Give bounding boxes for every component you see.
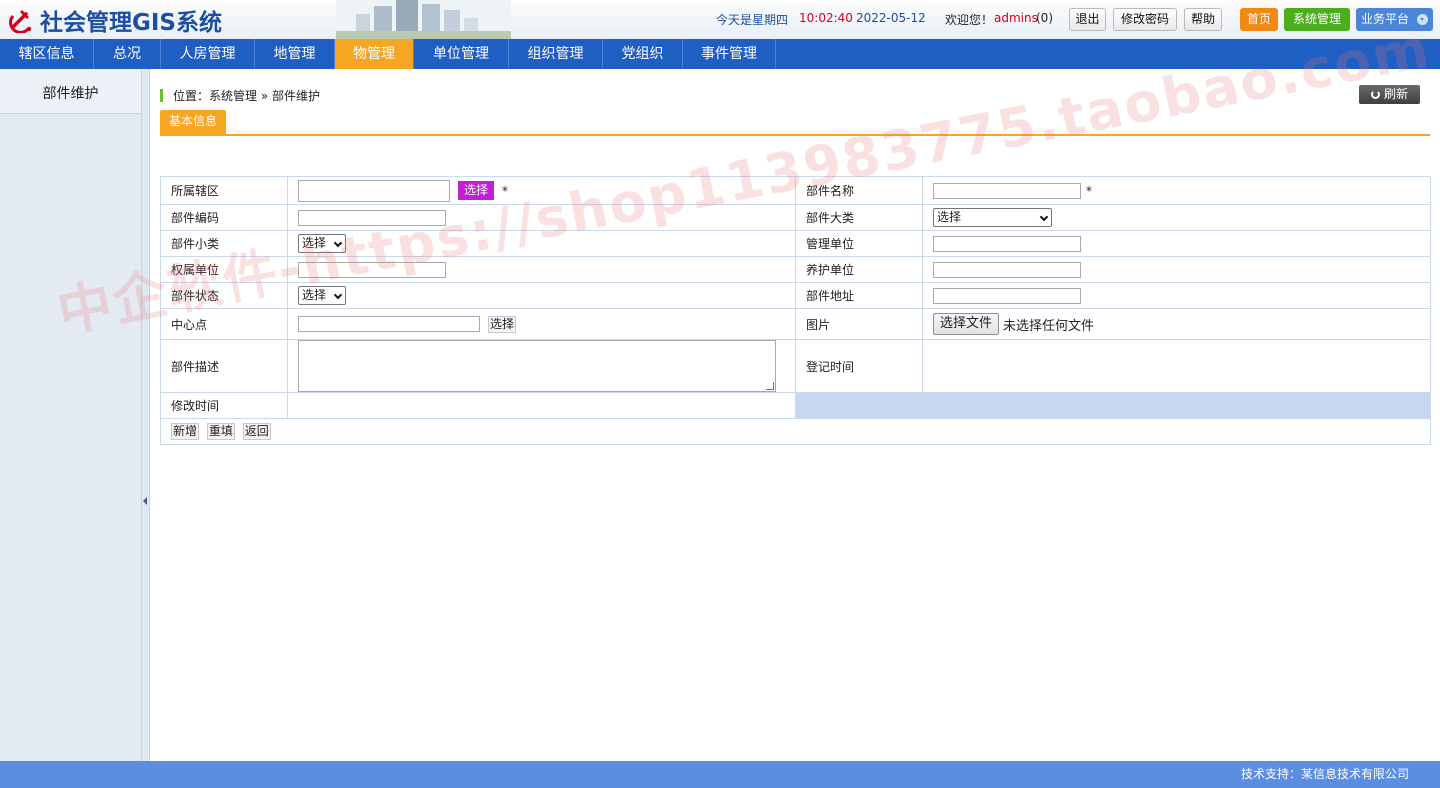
part-major-select[interactable]: 选择: [933, 208, 1052, 227]
breadcrumb: 位置：系统管理 » 部件维护: [160, 87, 320, 104]
sidebar-item-part-maintenance[interactable]: 部件维护: [0, 69, 141, 114]
refresh-button[interactable]: 刷新: [1359, 85, 1420, 104]
center-point-pick-button[interactable]: 选择: [488, 315, 517, 333]
modify-time-value: [287, 392, 796, 419]
nav-item-district[interactable]: 辖区信息: [0, 39, 94, 69]
register-time-value: [922, 339, 1431, 393]
nav-item-people-housing[interactable]: 人房管理: [161, 39, 255, 69]
back-button[interactable]: 返回: [242, 423, 271, 440]
clock-time: 10:02:40: [799, 11, 853, 25]
app-title: 社会管理GIS系统: [40, 10, 223, 36]
image-label: 图片: [795, 308, 923, 340]
username[interactable]: admins: [994, 11, 1038, 25]
business-platform-label: 业务平台: [1361, 12, 1410, 26]
part-minor-label: 部件小类: [160, 230, 288, 257]
district-label: 所属辖区: [160, 176, 288, 205]
modify-time-label: 修改时间: [160, 392, 288, 419]
nav-item-events[interactable]: 事件管理: [683, 39, 776, 69]
required-mark: *: [1086, 183, 1092, 198]
sidebar: 部件维护: [0, 69, 142, 761]
choose-file-button[interactable]: 选择文件: [933, 313, 1000, 335]
part-name-label: 部件名称: [795, 176, 923, 205]
manage-unit-label: 管理单位: [795, 230, 923, 257]
chevron-down-icon: [1039, 212, 1049, 222]
footer: 技术支持：某信息技术有限公司: [0, 761, 1440, 788]
app-logo: 社会管理GIS系统: [8, 6, 223, 36]
maintain-unit-label: 养护单位: [795, 256, 923, 283]
home-button[interactable]: 首页: [1240, 8, 1278, 31]
breadcrumb-marker: [160, 89, 163, 102]
required-mark: *: [502, 183, 509, 198]
part-code-label: 部件编码: [160, 204, 288, 231]
owner-unit-label: 权属单位: [160, 256, 288, 283]
center-point-label: 中心点: [160, 308, 288, 340]
resize-grip-icon[interactable]: [766, 382, 774, 390]
part-status-select[interactable]: 选择: [298, 286, 346, 305]
breadcrumb-text: 位置：系统管理 » 部件维护: [173, 89, 320, 103]
owner-unit-input[interactable]: [298, 261, 446, 278]
file-status-text: 未选择任何文件: [1003, 318, 1095, 334]
nav-item-overview[interactable]: 总况: [94, 39, 161, 69]
part-status-value: 选择: [302, 288, 327, 302]
nav-item-units[interactable]: 单位管理: [414, 39, 509, 69]
refresh-label: 刷新: [1383, 87, 1408, 101]
part-status-label: 部件状态: [160, 282, 288, 309]
district-input[interactable]: [298, 179, 450, 202]
welcome-text: 欢迎您！: [945, 13, 994, 27]
part-minor-value: 选择: [302, 236, 327, 250]
empty-cell: [795, 392, 1431, 419]
add-button[interactable]: 新增: [171, 423, 200, 440]
main-content: 位置：系统管理 » 部件维护 刷新 基本信息 所属辖区 选择 * 部件名称 * 部…: [150, 69, 1440, 761]
chevron-down-icon: [333, 238, 343, 248]
current-date: 2022-05-12: [856, 11, 926, 25]
center-point-input[interactable]: [298, 316, 480, 332]
part-description-textarea[interactable]: [298, 340, 776, 392]
logout-button[interactable]: 退出: [1069, 8, 1106, 31]
change-password-button[interactable]: 修改密码: [1113, 8, 1177, 31]
top-header: 社会管理GIS系统 今天是星期四 10:02:40 2022-05-12 欢迎您…: [0, 0, 1440, 39]
party-emblem-icon: [9, 10, 32, 33]
help-button[interactable]: 帮助: [1184, 8, 1222, 31]
nav-item-party[interactable]: 党组织: [603, 39, 683, 69]
part-address-input[interactable]: [933, 287, 1081, 304]
weekday-text: 今天是星期四: [716, 13, 789, 27]
part-name-input[interactable]: [933, 182, 1081, 199]
district-pick-button[interactable]: 选择: [458, 181, 495, 200]
maintain-unit-input[interactable]: [933, 261, 1081, 278]
message-count[interactable]: (0): [1036, 11, 1053, 25]
nav-item-objects[interactable]: 物管理: [335, 39, 414, 69]
collapse-left-icon[interactable]: [143, 497, 147, 505]
chevron-down-icon: [333, 290, 343, 300]
tech-support-text: 技术支持：某信息技术有限公司: [1240, 767, 1409, 781]
nav-item-organizations[interactable]: 组织管理: [509, 39, 603, 69]
part-description-label: 部件描述: [160, 339, 288, 393]
refresh-icon: [1370, 90, 1380, 99]
register-time-label: 登记时间: [795, 339, 923, 393]
manage-unit-input[interactable]: [933, 235, 1081, 252]
sidebar-splitter[interactable]: [142, 69, 150, 761]
chevron-down-icon: [1417, 14, 1428, 25]
part-form-table: 所属辖区 选择 * 部件名称 * 部件编码 部件大类 选择 部件小类 选择 管理单…: [160, 176, 1431, 445]
system-manage-button[interactable]: 系统管理: [1284, 8, 1350, 31]
reset-button[interactable]: 重填: [206, 423, 235, 440]
header-buildings-image: [336, 0, 511, 39]
tab-basic-info[interactable]: 基本信息: [160, 110, 226, 134]
part-code-input[interactable]: [298, 209, 446, 226]
business-platform-dropdown[interactable]: 业务平台: [1356, 8, 1433, 31]
part-address-label: 部件地址: [795, 282, 923, 309]
part-major-label: 部件大类: [795, 204, 923, 231]
part-major-value: 选择: [937, 210, 962, 224]
nav-item-land[interactable]: 地管理: [255, 39, 335, 69]
tab-strip: 基本信息: [160, 110, 1430, 136]
part-minor-select[interactable]: 选择: [298, 234, 346, 253]
main-nav: 辖区信息 总况 人房管理 地管理 物管理 单位管理 组织管理 党组织 事件管理: [0, 39, 1440, 69]
